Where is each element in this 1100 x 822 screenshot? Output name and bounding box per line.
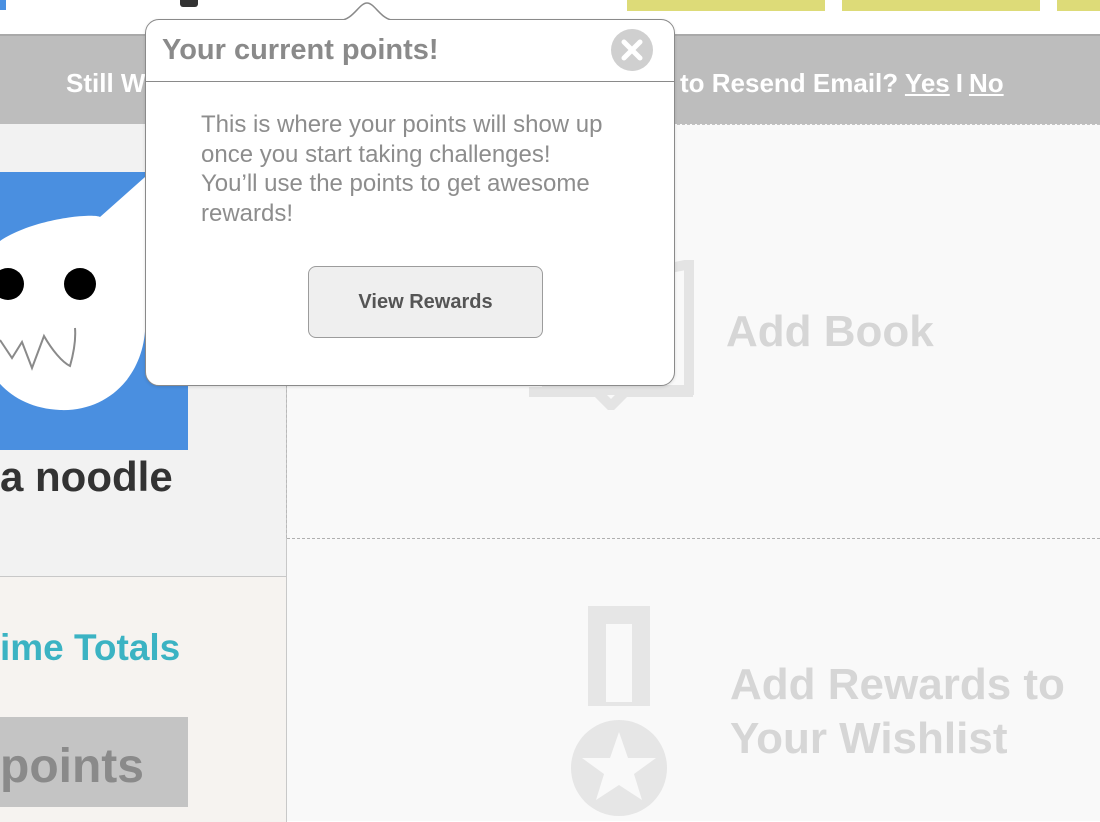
section-divider-middle <box>287 538 1100 539</box>
notice-text-start: Still W <box>66 68 146 98</box>
popup-divider <box>146 81 674 82</box>
medal-star-icon[interactable] <box>568 604 672 816</box>
popup-body-line-1: This is where your points will show up <box>201 111 603 138</box>
lifetime-totals-title: ime Totals <box>0 627 181 668</box>
logo-fragment <box>0 0 6 10</box>
user-name: a noodle <box>0 453 173 500</box>
add-rewards-line-1: Add Rewards to <box>730 660 1065 709</box>
resend-no-link[interactable]: No <box>969 68 1004 98</box>
nav-button-1[interactable] <box>627 0 825 11</box>
points-label: points <box>0 740 144 793</box>
notice-text-end: to Resend Email? Yes I No <box>680 68 1004 99</box>
points-tooltip-popup: Your current points! This is where your … <box>145 2 675 386</box>
view-rewards-button[interactable]: View Rewards <box>308 266 543 338</box>
notice-separator: I <box>955 68 963 98</box>
points-badge: points <box>0 717 188 807</box>
popup-body: This is where your points will show up o… <box>201 110 641 228</box>
add-rewards-wishlist-link[interactable]: Add Rewards to Your Wishlist <box>730 658 1065 766</box>
title-fragment <box>180 0 198 7</box>
nav-button-2[interactable] <box>842 0 1040 11</box>
popup-title: Your current points! <box>162 34 439 66</box>
add-book-link[interactable]: Add Book <box>726 307 934 357</box>
resend-yes-link[interactable]: Yes <box>905 68 950 98</box>
popup-pointer <box>339 2 395 21</box>
popup-body-line-3: You’ll use the points to get awesome <box>201 170 590 197</box>
close-x-glyph <box>621 39 643 61</box>
popup-body-line-2: once you start taking challenges! <box>201 140 551 168</box>
close-icon[interactable] <box>611 29 653 71</box>
notice-question: to Resend Email? <box>680 68 899 98</box>
add-rewards-line-2: Your Wishlist <box>730 714 1008 763</box>
nav-button-3[interactable] <box>1057 0 1100 11</box>
popup-body-line-4: rewards! <box>201 199 294 227</box>
